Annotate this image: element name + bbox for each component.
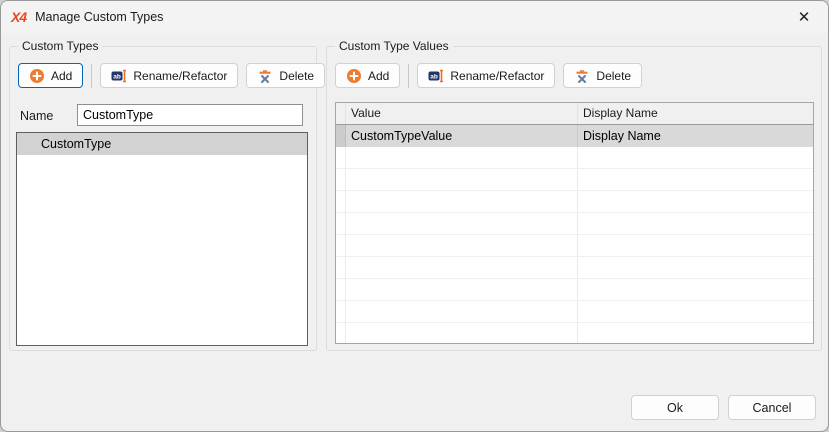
custom-types-list[interactable]: CustomType (16, 132, 308, 346)
add-type-label: Add (51, 69, 72, 83)
table-header-row: Value Display Name (336, 103, 813, 125)
name-label: Name (20, 109, 53, 123)
add-type-button[interactable]: Add (18, 63, 83, 88)
ok-button[interactable]: Ok (631, 395, 719, 420)
close-icon: ✕ (798, 8, 811, 26)
row-header-cell (336, 169, 346, 190)
rename-icon: ab (428, 68, 444, 84)
delete-icon (574, 68, 590, 84)
row-header-cell (336, 147, 346, 168)
row-header-cell[interactable] (336, 125, 346, 147)
svg-text:ab: ab (431, 73, 439, 80)
title-bar: X4 Manage Custom Types ✕ (1, 1, 828, 33)
toolbar-separator (91, 64, 92, 88)
row-header-cell (336, 191, 346, 212)
cell-value-empty[interactable] (346, 191, 578, 212)
delete-type-label: Delete (279, 69, 314, 83)
cancel-button[interactable]: Cancel (728, 395, 816, 420)
column-header-value[interactable]: Value (346, 103, 578, 124)
cell-display-name-empty[interactable] (578, 213, 813, 234)
svg-text:ab: ab (114, 73, 122, 80)
custom-types-group: Custom Types Add ab Rename/Refactor (9, 46, 317, 351)
add-icon (346, 68, 362, 84)
table-empty-row[interactable] (336, 323, 813, 344)
add-value-button[interactable]: Add (335, 63, 400, 88)
cell-display-name-empty[interactable] (578, 235, 813, 256)
add-icon (29, 68, 45, 84)
custom-types-toolbar: Add ab Rename/Refactor Delete (18, 63, 325, 88)
table-empty-row[interactable] (336, 301, 813, 323)
toolbar-separator (408, 64, 409, 88)
delete-value-label: Delete (596, 69, 631, 83)
table-empty-row[interactable] (336, 257, 813, 279)
table-empty-row[interactable] (336, 235, 813, 257)
rename-value-button[interactable]: ab Rename/Refactor (417, 63, 555, 88)
cell-display-name-empty[interactable] (578, 279, 813, 300)
rename-icon: ab (111, 68, 127, 84)
custom-types-group-title: Custom Types (18, 39, 102, 53)
dialog-window: X4 Manage Custom Types ✕ Custom Types Ad… (0, 0, 829, 432)
cell-value-empty[interactable] (346, 147, 578, 168)
cell-display-name-empty[interactable] (578, 323, 813, 344)
cell-value-empty[interactable] (346, 169, 578, 190)
custom-type-values-toolbar: Add ab Rename/Refactor Delete (335, 63, 642, 88)
cell-display-name-empty[interactable] (578, 257, 813, 278)
empty-rows-container (336, 147, 813, 344)
table-corner-cell (336, 103, 346, 124)
rename-type-label: Rename/Refactor (133, 69, 227, 83)
table-empty-row[interactable] (336, 279, 813, 301)
app-logo-icon: X4 (11, 9, 26, 25)
table-empty-row[interactable] (336, 169, 813, 191)
row-header-cell (336, 279, 346, 300)
cell-value-empty[interactable] (346, 235, 578, 256)
column-header-display-name[interactable]: Display Name (578, 103, 813, 124)
table-empty-row[interactable] (336, 191, 813, 213)
cell-display-name-empty[interactable] (578, 301, 813, 322)
row-header-cell (336, 257, 346, 278)
cell-value-empty[interactable] (346, 301, 578, 322)
custom-type-values-group: Custom Type Values Add ab Rename/Refacto… (326, 46, 822, 351)
values-table[interactable]: Value Display Name CustomTypeValue Displ… (335, 102, 814, 344)
delete-type-button[interactable]: Delete (246, 63, 325, 88)
table-empty-row[interactable] (336, 213, 813, 235)
row-header-cell (336, 323, 346, 344)
rename-value-label: Rename/Refactor (450, 69, 544, 83)
table-empty-row[interactable] (336, 147, 813, 169)
cell-display-name-empty[interactable] (578, 169, 813, 190)
cell-value-empty[interactable] (346, 279, 578, 300)
row-header-cell (336, 235, 346, 256)
row-header-cell (336, 213, 346, 234)
rename-type-button[interactable]: ab Rename/Refactor (100, 63, 238, 88)
cell-display-name[interactable]: Display Name (578, 125, 813, 147)
cell-value-empty[interactable] (346, 323, 578, 344)
delete-value-button[interactable]: Delete (563, 63, 642, 88)
name-input[interactable] (77, 104, 303, 126)
table-row-selected[interactable]: CustomTypeValue Display Name (336, 125, 813, 147)
add-value-label: Add (368, 69, 389, 83)
cell-display-name-empty[interactable] (578, 191, 813, 212)
cell-value-empty[interactable] (346, 213, 578, 234)
cell-value-empty[interactable] (346, 257, 578, 278)
custom-type-values-group-title: Custom Type Values (335, 39, 453, 53)
cell-display-name-empty[interactable] (578, 147, 813, 168)
cell-value[interactable]: CustomTypeValue (346, 125, 578, 147)
window-title: Manage Custom Types (35, 10, 163, 24)
delete-icon (257, 68, 273, 84)
close-button[interactable]: ✕ (784, 1, 824, 32)
list-item-customtype[interactable]: CustomType (17, 133, 307, 155)
row-header-cell (336, 301, 346, 322)
